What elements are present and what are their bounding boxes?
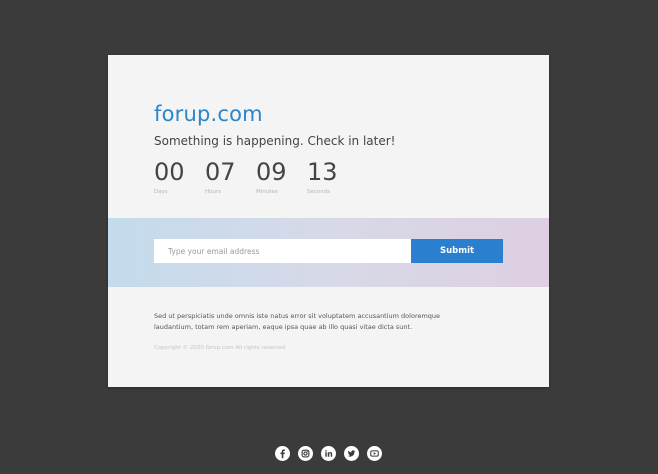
instagram-link[interactable] — [298, 446, 313, 461]
countdown-minutes: 09 Minutes — [256, 157, 307, 196]
countdown-label: Seconds — [307, 189, 331, 195]
twitter-link[interactable] — [344, 446, 359, 461]
countdown-timer: 00 Days 07 Hours 09 Minutes 13 Seconds — [154, 157, 358, 196]
facebook-link[interactable] — [275, 446, 290, 461]
facebook-icon — [275, 446, 290, 461]
submit-button[interactable]: Submit — [411, 239, 503, 263]
countdown-days: 00 Days — [154, 157, 205, 196]
linkedin-icon — [321, 446, 336, 461]
youtube-link[interactable] — [367, 446, 382, 461]
page: forup.com Something is happening. Check … — [0, 0, 658, 474]
countdown-value: 00 — [154, 158, 185, 186]
instagram-icon — [298, 446, 313, 461]
linkedin-link[interactable] — [321, 446, 336, 461]
headline: Something is happening. Check in later! — [154, 134, 396, 148]
countdown-value: 07 — [205, 158, 236, 186]
countdown-label: Hours — [205, 189, 222, 195]
countdown-label: Days — [154, 189, 168, 195]
countdown-hours: 07 Hours — [205, 157, 256, 196]
countdown-value: 09 — [256, 158, 287, 186]
countdown-value: 13 — [307, 158, 338, 186]
email-input[interactable] — [154, 239, 411, 263]
social-links — [275, 446, 382, 461]
description-text: Sed ut perspiciatis unde omnis iste natu… — [154, 312, 441, 331]
youtube-icon — [367, 446, 382, 461]
countdown-label: Minutes — [256, 189, 278, 195]
subscribe-band: Submit — [108, 218, 549, 287]
countdown-seconds: 13 Seconds — [307, 157, 358, 196]
brand-title: forup.com — [154, 102, 263, 126]
copyright-text: Copyright © 2020 forup.com All rights re… — [154, 345, 286, 351]
coming-soon-card: forup.com Something is happening. Check … — [108, 55, 549, 387]
twitter-icon — [344, 446, 359, 461]
